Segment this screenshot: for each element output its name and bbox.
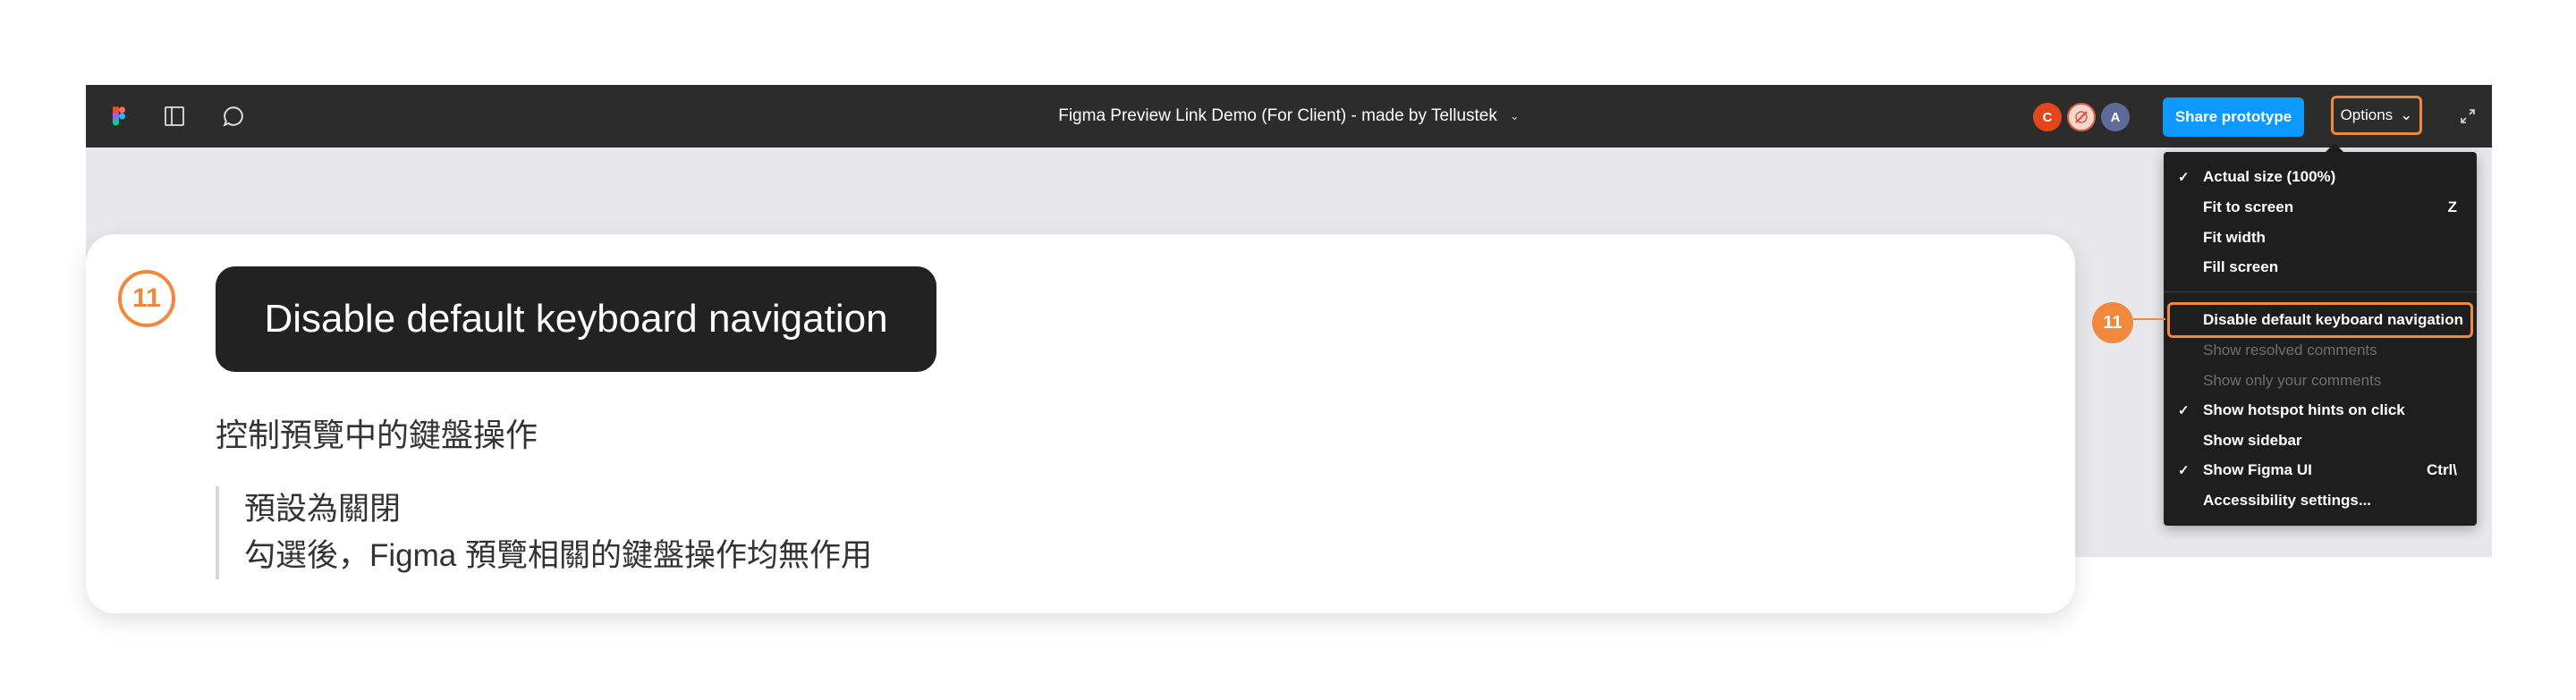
- feature-notes: 預設為關閉 勾選後，Figma 預覽相關的鍵盤操作均無作用: [216, 486, 872, 579]
- menu-item-fill-screen[interactable]: Fill screen: [2164, 253, 2477, 282]
- chevron-down-icon: ⌄: [2400, 106, 2413, 123]
- avatar[interactable]: C: [2033, 103, 2062, 131]
- menu-item-label: Fit width: [2203, 229, 2266, 246]
- avatar-image[interactable]: [2067, 103, 2096, 131]
- top-bar: Figma Preview Link Demo (For Client) - m…: [86, 85, 2492, 148]
- expand-icon[interactable]: [2453, 101, 2483, 131]
- menu-item-disable-keyboard-nav[interactable]: Disable default keyboard navigation: [2167, 302, 2473, 338]
- chevron-down-icon: ⌄: [1509, 109, 1520, 122]
- menu-item-show-resolved-comments: Show resolved comments: [2164, 336, 2477, 365]
- step-number-badge: 11: [118, 270, 175, 327]
- menu-item-label: Show hotspot hints on click: [2203, 401, 2405, 418]
- menu-item-show-figma-ui[interactable]: ✓ Show Figma UI Ctrl\: [2164, 456, 2477, 485]
- menu-item-label: Accessibility settings...: [2203, 492, 2372, 509]
- menu-item-label: Show Figma UI: [2203, 461, 2312, 478]
- menu-item-label: Disable default keyboard navigation: [2203, 311, 2463, 328]
- menu-item-fit-to-screen[interactable]: Fit to screen Z: [2164, 193, 2477, 222]
- callout-connector: [2133, 318, 2165, 320]
- options-label: Options: [2340, 106, 2394, 123]
- menu-item-fit-width[interactable]: Fit width: [2164, 223, 2477, 252]
- menu-item-label: Actual size (100%): [2203, 168, 2336, 185]
- menu-pointer: [2326, 143, 2343, 152]
- menu-item-label: Show sidebar: [2203, 432, 2302, 449]
- options-button[interactable]: Options ⌄: [2331, 96, 2422, 135]
- menu-item-actual-size[interactable]: ✓ Actual size (100%): [2164, 163, 2477, 191]
- menu-item-show-hotspot-hints[interactable]: ✓ Show hotspot hints on click: [2164, 396, 2477, 425]
- callout-badge: 11: [2092, 302, 2133, 343]
- options-menu: ✓ Actual size (100%) Fit to screen Z Fit…: [2164, 152, 2477, 526]
- feature-subtitle: 控制預覽中的鍵盤操作: [216, 417, 538, 453]
- document-title: Figma Preview Link Demo (For Client) - m…: [1058, 106, 1497, 125]
- note-default-state: 預設為關閉: [244, 492, 402, 527]
- menu-item-show-sidebar[interactable]: Show sidebar: [2164, 426, 2477, 455]
- document-title-menu[interactable]: Figma Preview Link Demo (For Client) - m…: [86, 85, 2492, 148]
- check-icon: ✓: [2178, 170, 2190, 185]
- menu-item-accessibility-settings[interactable]: Accessibility settings...: [2164, 486, 2477, 515]
- avatar[interactable]: A: [2101, 103, 2130, 131]
- menu-item-label: Show resolved comments: [2203, 342, 2377, 358]
- check-icon: ✓: [2178, 403, 2190, 418]
- menu-item-label: Fill screen: [2203, 258, 2279, 275]
- menu-divider: [2164, 291, 2477, 292]
- feature-headline: Disable default keyboard navigation: [216, 266, 936, 372]
- note-effect: 勾選後，Figma 預覽相關的鍵盤操作均無作用: [244, 538, 872, 573]
- share-prototype-button[interactable]: Share prototype: [2163, 97, 2304, 137]
- menu-item-label: Show only your comments: [2203, 372, 2382, 389]
- tutorial-card: 11 Disable default keyboard navigation 控…: [86, 234, 2075, 613]
- check-icon: ✓: [2178, 463, 2190, 478]
- menu-item-shortcut: Z: [2447, 198, 2457, 215]
- menu-item-label: Fit to screen: [2203, 198, 2294, 215]
- menu-item-show-only-your-comments: Show only your comments: [2164, 367, 2477, 395]
- menu-item-shortcut: Ctrl\: [2427, 461, 2457, 478]
